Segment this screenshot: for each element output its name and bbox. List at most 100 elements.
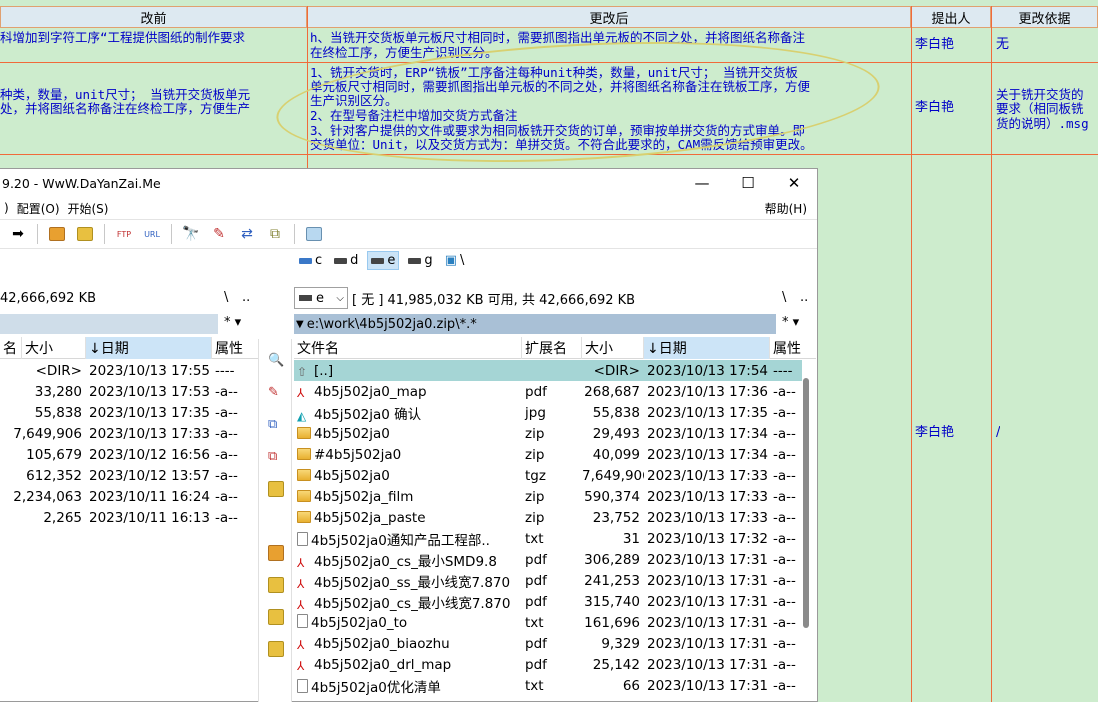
right-drive-select[interactable]: e ⌵ [294,287,348,309]
file-ext: zip [525,488,545,505]
minimize-button[interactable]: — [679,169,725,197]
left-file-row[interactable]: 2,265 2023/10/11 16:13 -a-- [0,507,258,528]
menu-item-help[interactable]: 帮助(H) [761,200,811,217]
row2-before-line1: 种类，数量，unit尺寸； 当铣开交货板单元 [0,87,251,102]
col-size[interactable]: 大小 [22,336,86,359]
file-date: 2023/10/13 17:54 [647,362,769,379]
file-name: 4b5j502ja0_to [311,615,408,631]
row1-basis: 无 [996,37,1010,52]
file-attr: -a-- [215,488,238,505]
right-parent-button[interactable]: .. [800,290,808,305]
pdf-icon: ⅄ [297,597,305,612]
compare-icon[interactable]: ⧉ [263,222,287,246]
left-file-row[interactable]: 55,838 2023/10/13 17:35 -a-- [0,402,258,423]
file-ext: zip [525,425,545,442]
notepad-icon[interactable] [302,222,326,246]
file-ext: zip [525,509,545,526]
right-file-row[interactable]: ⅄ 4b5j502ja0_biaozhu pdf 9,329 2023/10/13 17… [294,633,802,654]
copy-icon[interactable]: ⧉ [268,417,284,433]
file-attr: -a-- [215,383,238,400]
find-files-icon[interactable]: 🔭 [179,222,203,246]
right-file-row[interactable]: ⇧ [..] <DIR> 2023/10/13 17:54 ---- [294,360,802,381]
folder-add-icon[interactable] [268,577,284,593]
col-attr[interactable]: 属性 [770,337,816,359]
file-size: 2,265 [43,509,82,526]
file-size: 105,679 [26,446,82,463]
right-file-row[interactable]: ⅄ 4b5j502ja0_map pdf 268,687 2023/10/13 17:3… [294,381,802,402]
file-date: 2023/10/13 17:35 [647,404,769,421]
left-path-bar[interactable] [0,314,218,334]
right-file-row[interactable]: 4b5j502ja0通知产品工程部.. txt 31 2023/10/13 17:32… [294,528,802,549]
right-file-row[interactable]: ⅄ 4b5j502ja0_drl_map pdf 25,142 2023/10/13 1… [294,654,802,675]
file-ext: tgz [525,467,546,484]
file-attr: -a-- [773,530,796,547]
right-filter[interactable]: * ▾ [782,315,799,330]
left-file-row[interactable]: 33,280 2023/10/13 17:53 -a-- [0,381,258,402]
folder-icon[interactable] [268,609,284,625]
multi-rename-icon[interactable]: ✎ [207,222,231,246]
file-attr: -a-- [773,677,796,694]
archive-icon [297,510,311,523]
right-file-row[interactable]: 4b5j502ja0_to txt 161,696 2023/10/13 17:31-… [294,612,802,633]
col-attr[interactable]: 属性 [212,337,258,359]
right-file-row[interactable]: 4b5j502ja0 tgz 7,649,906 2023/10/13 17:33 -a… [294,465,802,486]
col-date[interactable]: ↓日期 [86,336,212,359]
drive-e[interactable]: e [367,251,400,270]
unpack-icon[interactable] [73,222,97,246]
pack-icon[interactable] [268,545,284,561]
right-file-row[interactable]: #4b5j502ja0 zip 40,099 2023/10/13 17:34 -a-- [294,444,802,465]
move-icon[interactable]: ⧉ [268,449,284,465]
file-size: 29,493 [592,425,640,442]
close-button[interactable]: ✕ [771,169,817,197]
file-name: #4b5j502ja0 [314,446,402,463]
right-file-row[interactable]: ◭ 4b5j502ja0 确认 jpg 55,838 2023/10/13 17:35-… [294,402,802,423]
right-file-row[interactable]: 4b5j502ja_film zip 590,374 2023/10/13 17:33… [294,486,802,507]
menu-item-start[interactable]: 开始(S) [64,200,113,217]
left-file-row[interactable]: 105,679 2023/10/12 16:56 -a-- [0,444,258,465]
file-date: 2023/10/12 13:57 [89,467,211,484]
drive-c[interactable]: c [296,252,325,269]
edit-icon[interactable]: ✎ [268,385,284,401]
right-file-row[interactable]: 4b5j502ja0 zip 29,493 2023/10/13 17:34 -a-- [294,423,802,444]
left-file-row[interactable]: <DIR> 2023/10/13 17:55 ---- [0,360,258,381]
col-size[interactable]: 大小 [582,336,644,359]
view-icon[interactable]: 🔍 [268,353,284,369]
left-parent-button[interactable]: .. [242,290,250,305]
right-scrollbar[interactable] [803,378,809,628]
left-file-row[interactable]: 2,234,063 2023/10/11 16:24 -a-- [0,486,258,507]
row3-person: 李白艳 [915,425,955,440]
left-root-button[interactable]: \ [224,290,228,305]
left-filter[interactable]: * ▾ [224,315,241,330]
drive-network[interactable]: ▣ \ [442,252,468,269]
right-file-row[interactable]: 4b5j502ja_paste zip 23,752 2023/10/13 17:33… [294,507,802,528]
ftp-icon[interactable]: FTP [112,222,136,246]
right-file-row[interactable]: ⅄ 4b5j502ja0_cs_最小SMD9.8 pdf 306,289 2023/10… [294,549,802,570]
col-date[interactable]: ↓日期 [644,336,770,359]
right-file-row[interactable]: ⅄ 4b5j502ja0_ss_最小线宽7.870 pdf 241,253 2023/1… [294,570,802,591]
pdf-icon: ⅄ [297,658,305,673]
folder-icon[interactable] [268,641,284,657]
col-name[interactable]: 名 [0,336,22,359]
right-path-bar[interactable]: ▼ e:\work\4b5j502ja0.zip\*.* [294,314,776,334]
left-drive-info: 42,666,692 KB [0,290,97,306]
title-bar[interactable]: 9.20 - WwW.DaYanZai.Me — ☐ ✕ [0,169,817,197]
right-file-row[interactable]: ⅄ 4b5j502ja0_cs_最小线宽7.870 pdf 315,740 2023/1… [294,591,802,612]
left-file-row[interactable]: 7,649,906 2023/10/13 17:33 -a-- [0,423,258,444]
sync-dirs-icon[interactable]: ⇄ [235,222,259,246]
drive-d[interactable]: d [331,252,361,269]
new-folder-icon[interactable] [268,481,284,497]
forward-arrow-icon[interactable]: ➡ [6,222,30,246]
file-attr: -a-- [773,656,796,673]
drive-g[interactable]: g [405,252,435,269]
parent-folder-icon: ⇧ [297,364,308,379]
left-file-row[interactable]: 612,352 2023/10/12 13:57 -a-- [0,465,258,486]
url-icon[interactable]: URL [140,222,164,246]
col-ext[interactable]: 扩展名 [522,336,582,359]
col-filename[interactable]: 文件名 [294,336,522,359]
menu-item-partial[interactable]: ) [0,201,13,215]
right-root-button[interactable]: \ [782,290,786,305]
menu-item-config[interactable]: 配置(O) [13,200,64,217]
maximize-button[interactable]: ☐ [725,169,771,197]
pack-icon[interactable] [45,222,69,246]
right-file-row[interactable]: 4b5j502ja0优化清单 txt 66 2023/10/13 17:31 -a-- [294,675,802,696]
